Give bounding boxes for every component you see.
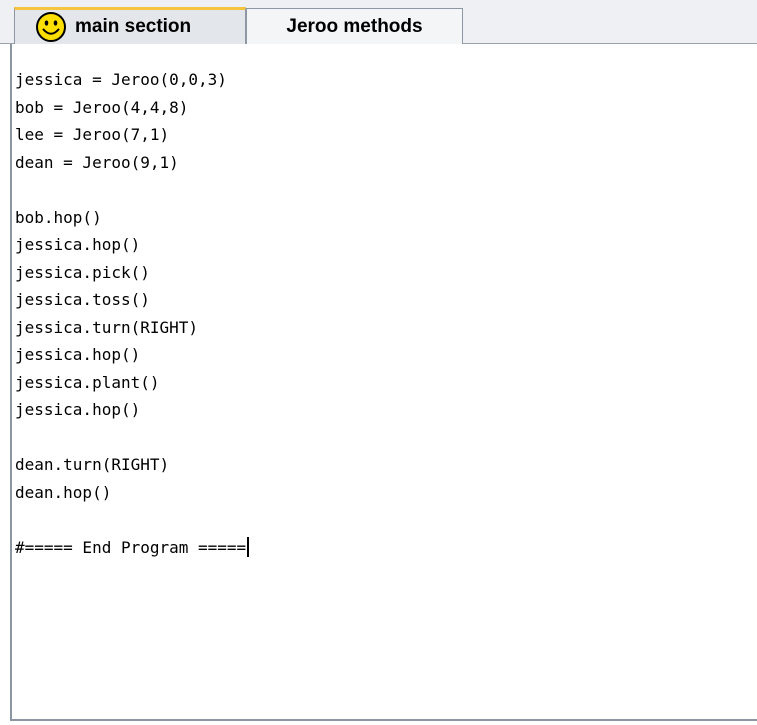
code-line-text: jessica.plant() xyxy=(15,372,160,392)
tab-main-section[interactable]: main section xyxy=(14,7,246,44)
code-editor[interactable]: jessica = Jeroo(0,0,3) bob = Jeroo(4,4,8)… xyxy=(10,44,757,721)
tab-jeroo-methods-label: Jeroo methods xyxy=(286,15,423,37)
tab-main-section-label: main section xyxy=(75,16,192,37)
tab-bar: main section Jeroo methods xyxy=(0,0,757,44)
code-line: #===== End Program ===== xyxy=(15,534,250,562)
code-line-text: jessica.pick() xyxy=(15,262,150,282)
code-line-text: bob = Jeroo(4,4,8) xyxy=(15,97,189,117)
code-line: jessica.plant() xyxy=(15,369,249,397)
code-line-text: dean.hop() xyxy=(15,482,112,502)
code-line-text: jessica.hop() xyxy=(15,345,141,364)
code-line: jessica.pick() xyxy=(15,259,249,287)
code-line-text: dean.turn(RIGHT) xyxy=(15,455,170,474)
code-line-text: jessica.hop() xyxy=(15,235,141,254)
code-line-text: jessica.hop() xyxy=(15,400,141,419)
text-caret xyxy=(247,536,250,557)
code-line: dean.turn(RIGHT) xyxy=(15,451,249,479)
code-line-text: jessica.toss() xyxy=(15,290,150,309)
code-line: bob = Jeroo(4,4,8) xyxy=(15,94,249,122)
code-line: jessica.toss() xyxy=(15,286,249,314)
code-line: dean = Jeroo(9,1) xyxy=(15,149,249,177)
code-line: bob.hop() xyxy=(15,204,249,232)
code-line-text: bob.hop() xyxy=(15,207,102,227)
code-line-text: jessica = Jeroo(0,0,3) xyxy=(15,70,227,89)
code-line: jessica.turn(RIGHT) xyxy=(15,314,249,342)
code-lines: jessica = Jeroo(0,0,3) bob = Jeroo(4,4,8)… xyxy=(15,66,250,562)
code-line: dean.hop() xyxy=(15,479,249,507)
jeroo-editor-window: main section Jeroo methods jessica = Jer… xyxy=(0,0,757,725)
code-line-text: jessica.turn(RIGHT) xyxy=(15,317,199,337)
code-line-text: dean = Jeroo(9,1) xyxy=(15,152,179,172)
code-line: jessica = Jeroo(0,0,3) xyxy=(15,66,249,94)
code-line: jessica.hop() xyxy=(15,341,249,369)
code-line-text: #===== End Program ===== xyxy=(15,537,247,557)
smiley-face-icon xyxy=(36,12,66,42)
code-line-text: lee = Jeroo(7,1) xyxy=(15,125,170,144)
code-line: jessica.hop() xyxy=(15,231,249,259)
tab-jeroo-methods[interactable]: Jeroo methods xyxy=(246,8,463,44)
code-line: lee = Jeroo(7,1) xyxy=(15,121,249,149)
code-line: jessica.hop() xyxy=(15,396,249,424)
